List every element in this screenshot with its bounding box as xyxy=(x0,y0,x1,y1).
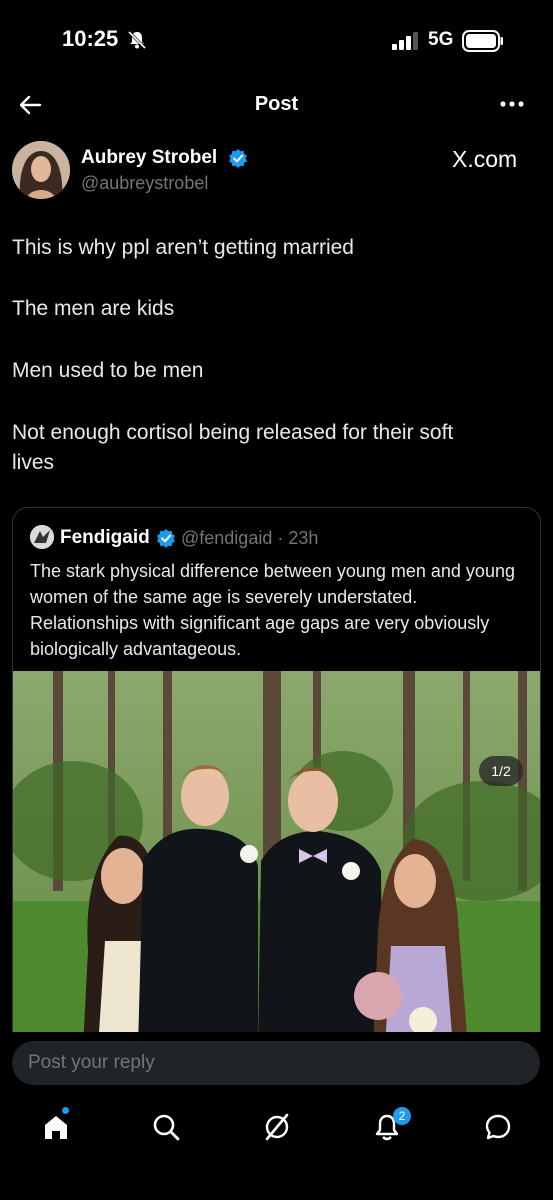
post-text-line: lives xyxy=(12,451,55,474)
messages-icon[interactable] xyxy=(483,1112,513,1142)
author-avatar[interactable] xyxy=(12,141,70,199)
bell-off-icon xyxy=(127,30,147,50)
verified-badge-icon xyxy=(229,149,247,168)
quoted-post-text: The stark physical difference between yo… xyxy=(30,561,515,659)
battery-icon xyxy=(462,30,503,52)
post-text-line: This is why ppl aren’t getting married xyxy=(12,236,354,259)
post-text-line: Not enough cortisol being released for t… xyxy=(12,421,454,444)
author-name[interactable]: Aubrey Strobel xyxy=(81,147,217,169)
quoted-post[interactable]: Fendigaid @fendigaid · 23h The stark phy… xyxy=(12,507,541,1047)
signal-icon xyxy=(392,32,418,50)
source-watermark: X.com xyxy=(452,146,518,172)
network-type: 5G xyxy=(428,29,454,50)
search-icon[interactable] xyxy=(151,1112,181,1142)
more-options-icon[interactable] xyxy=(498,96,526,112)
page-title: Post xyxy=(254,93,299,115)
prom-group-photo[interactable] xyxy=(13,671,541,1047)
home-unread-dot xyxy=(62,1107,69,1114)
quoted-handle-time: @fendigaid · 23h xyxy=(181,528,319,548)
quoted-author-avatar[interactable] xyxy=(30,525,54,549)
home-icon[interactable] xyxy=(41,1112,71,1142)
post-text-line: Men used to be men xyxy=(12,359,204,382)
reply-input[interactable]: Post your reply xyxy=(12,1041,540,1085)
quoted-author-name[interactable]: Fendigaid xyxy=(60,527,150,549)
verified-badge-icon xyxy=(157,529,175,548)
status-time: 10:25 xyxy=(62,26,119,51)
notifications-badge: 2 xyxy=(393,1107,411,1125)
media-counter: 1/2 xyxy=(479,756,523,786)
author-handle[interactable]: @aubreystrobel xyxy=(81,173,208,194)
post-text-line: The men are kids xyxy=(12,297,175,320)
grok-icon[interactable] xyxy=(262,1112,292,1142)
